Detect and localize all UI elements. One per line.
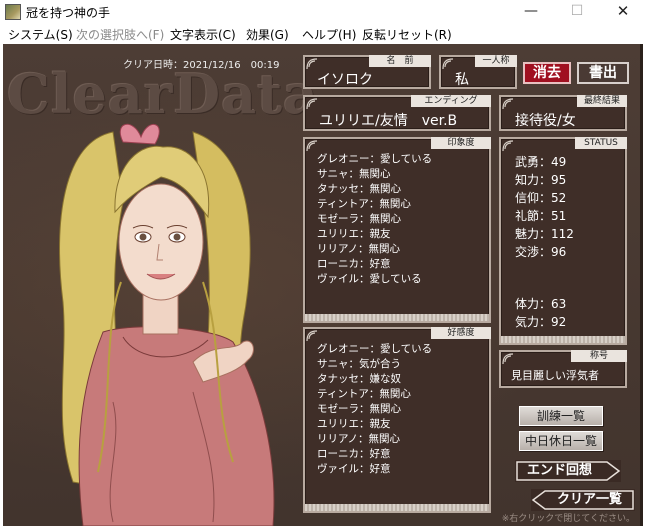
stat-charm: 魅力：112	[515, 227, 574, 241]
window-title: 冠を持つ神の手	[26, 6, 111, 20]
ornament-icon	[502, 140, 514, 152]
status-box: STATUS 武勇：49 知力：95 信仰：52 礼節：51 魅力：112 交渉…	[499, 137, 627, 345]
name-box: 名 前 イソロク	[303, 55, 431, 89]
clear-list-label: クリア一覧	[557, 492, 623, 507]
ornament-icon	[502, 98, 514, 110]
favor-entry: サニャ：気が合う	[317, 358, 401, 370]
impression-entry: モゼーラ：無関心	[317, 213, 401, 225]
favor-entry: ローニカ：好意	[317, 448, 391, 460]
favor-box: 好感度 グレオニー：愛している サニャ：気が合う タナッセ：嫌な奴 ティントア：…	[303, 327, 491, 513]
favor-entry: ヴァイル：好意	[317, 463, 391, 475]
impression-entry: ヴァイル：愛している	[317, 273, 422, 285]
clear-list-button[interactable]: クリア一覧	[531, 489, 635, 511]
menu-effects[interactable]: 効果(G)	[246, 26, 289, 43]
stat-valor: 武勇：49	[515, 155, 567, 169]
end-recall-button[interactable]: エンド回想	[515, 460, 621, 482]
name-value: イソロク	[317, 72, 373, 88]
minimize-button[interactable]: —	[508, 0, 554, 24]
box-footer-stripe	[305, 314, 489, 321]
export-button[interactable]: 書出	[577, 62, 629, 84]
favor-entry: グレオニー：愛している	[317, 343, 433, 355]
menu-bar: システム(S) 次の選択肢へ(F) 文字表示(C) 効果(G) ヘルプ(H) 反…	[0, 24, 646, 44]
ending-value: ユリリエ/友情 ver.B	[319, 113, 458, 129]
training-list-button[interactable]: 訓練一覧	[519, 406, 603, 426]
pronoun-value: 私	[455, 72, 469, 88]
stat-etiquette: 礼節：51	[515, 209, 567, 223]
holiday-list-button[interactable]: 中日休日一覧	[519, 431, 603, 451]
pronoun-label: 一人称	[475, 55, 517, 67]
box-footer-stripe	[501, 336, 625, 343]
right-click-hint: ※右クリックで閉じてください。	[501, 514, 635, 524]
stat-negotiation: 交渉：96	[515, 245, 567, 259]
status-label: STATUS	[575, 137, 627, 149]
character-portrait	[59, 123, 275, 526]
maximize-button[interactable]: ☐	[554, 0, 600, 24]
title-value: 見目麗しい浮気者	[511, 369, 599, 382]
impression-entry: ティントア：無関心	[317, 198, 411, 210]
pronoun-box: 一人称 私	[439, 55, 517, 89]
stat-intellect: 知力：95	[515, 173, 567, 187]
impression-label: 印象度	[431, 137, 491, 149]
ending-label: エンディング	[411, 95, 491, 107]
favor-entry: ユリリエ：親友	[317, 418, 391, 430]
close-button[interactable]: ✕	[600, 0, 646, 24]
favor-entry: モゼーラ：無関心	[317, 403, 401, 415]
end-recall-label: エンド回想	[527, 463, 593, 478]
impression-entry: ローニカ：好意	[317, 258, 391, 270]
box-footer-stripe	[305, 504, 489, 511]
final-result-box: 最終結果 接待役/女	[499, 95, 627, 131]
stat-stamina: 体力：63	[515, 297, 567, 311]
favor-entry: ティントア：無関心	[317, 388, 411, 400]
favor-entry: リリアノ：無関心	[317, 433, 401, 445]
final-result-value: 接待役/女	[515, 113, 576, 129]
final-result-label: 最終結果	[577, 95, 627, 107]
favor-entry: タナッセ：嫌な奴	[317, 373, 401, 385]
app-icon	[5, 4, 21, 20]
impression-entry: グレオニー：愛している	[317, 153, 433, 165]
impression-entry: リリアノ：無関心	[317, 243, 401, 255]
name-label: 名 前	[369, 55, 431, 67]
erase-button[interactable]: 消去	[523, 62, 571, 84]
menu-system[interactable]: システム(S)	[8, 26, 73, 43]
ending-box: エンディング ユリリエ/友情 ver.B	[303, 95, 491, 131]
clear-date: クリア日時：2021/12/16 00:19	[123, 60, 280, 71]
menu-reset[interactable]: 反転リセット(R)	[362, 26, 452, 43]
stat-spirit: 気力：92	[515, 315, 567, 329]
favor-label: 好感度	[431, 327, 491, 339]
impression-box: 印象度 グレオニー：愛している サニャ：無関心 タナッセ：無関心 ティントア：無…	[303, 137, 491, 323]
impression-entry: タナッセ：無関心	[317, 183, 401, 195]
title-box: 称号 見目麗しい浮気者	[499, 350, 627, 388]
menu-help[interactable]: ヘルプ(H)	[302, 26, 356, 43]
ornament-icon	[442, 58, 454, 70]
ornament-icon	[502, 353, 514, 365]
title-bar: 冠を持つ神の手 — ☐ ✕	[0, 0, 646, 24]
menu-text-display[interactable]: 文字表示(C)	[170, 26, 236, 43]
game-screen[interactable]: ClearData クリア日時：2021/12/16 00:19 名 前 イソロ…	[3, 44, 643, 526]
stat-faith: 信仰：52	[515, 191, 567, 205]
title-label: 称号	[571, 350, 627, 362]
impression-entry: ユリリエ：親友	[317, 228, 391, 240]
ornament-icon	[306, 98, 318, 110]
impression-entry: サニャ：無関心	[317, 168, 391, 180]
menu-next-choice[interactable]: 次の選択肢へ(F)	[76, 26, 164, 43]
